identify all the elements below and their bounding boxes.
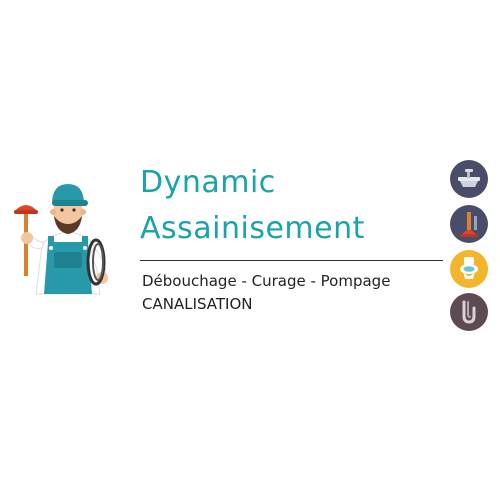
sink-faucet-icon bbox=[449, 159, 489, 199]
logo-canvas: Dynamic Assainisement Débouchage - Curag… bbox=[0, 0, 500, 500]
brand-name-line2: Assainisement bbox=[140, 211, 365, 246]
divider bbox=[140, 260, 443, 261]
plunger-icon bbox=[449, 204, 489, 244]
category-label: CANALISATION bbox=[142, 295, 253, 313]
toilet-icon bbox=[449, 249, 489, 289]
drain-pipe-icon bbox=[449, 292, 489, 332]
plumber-with-plunger-icon bbox=[14, 184, 108, 295]
services-tagline: Débouchage - Curage - Pompage bbox=[142, 272, 391, 290]
brand-name-line1: Dynamic bbox=[140, 165, 276, 200]
